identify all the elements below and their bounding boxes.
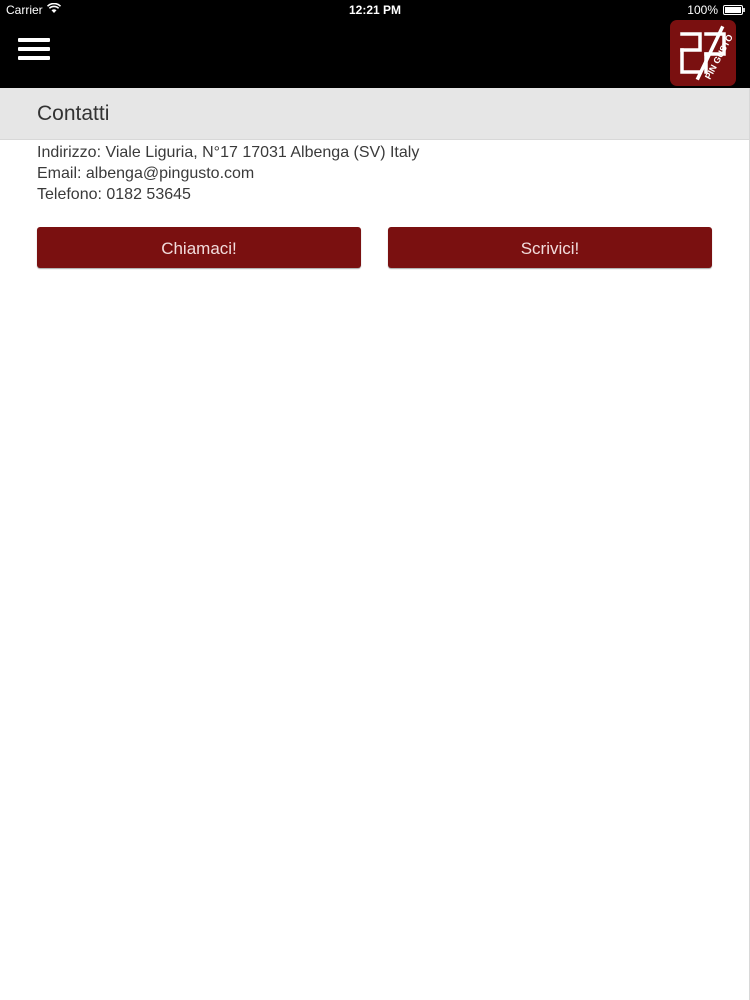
section-header: Contatti	[0, 88, 750, 140]
pingusto-logo[interactable]: PIN GUSTO	[670, 20, 736, 86]
logo-mark-icon: PIN GUSTO	[680, 25, 735, 81]
battery-percentage: 100%	[687, 3, 718, 17]
call-button[interactable]: Chiamaci!	[37, 227, 361, 268]
email-text: Email: albenga@pingusto.com	[37, 165, 255, 182]
address-text: Indirizzo: Viale Liguria, N°17 17031 Alb…	[37, 144, 420, 161]
battery-icon	[723, 5, 745, 15]
write-button[interactable]: Scrivici!	[388, 227, 712, 268]
status-bar: Carrier 12:21 PM 100%	[0, 0, 750, 20]
page-title: Contatti	[37, 102, 110, 125]
contact-info: Indirizzo: Viale Liguria, N°17 17031 Alb…	[37, 142, 419, 205]
hamburger-menu-icon[interactable]	[18, 38, 50, 61]
phone-text: Telefono: 0182 53645	[37, 186, 191, 203]
status-time: 12:21 PM	[348, 3, 402, 17]
top-bar: Carrier 12:21 PM 100% PIN GUSTO	[0, 0, 750, 88]
